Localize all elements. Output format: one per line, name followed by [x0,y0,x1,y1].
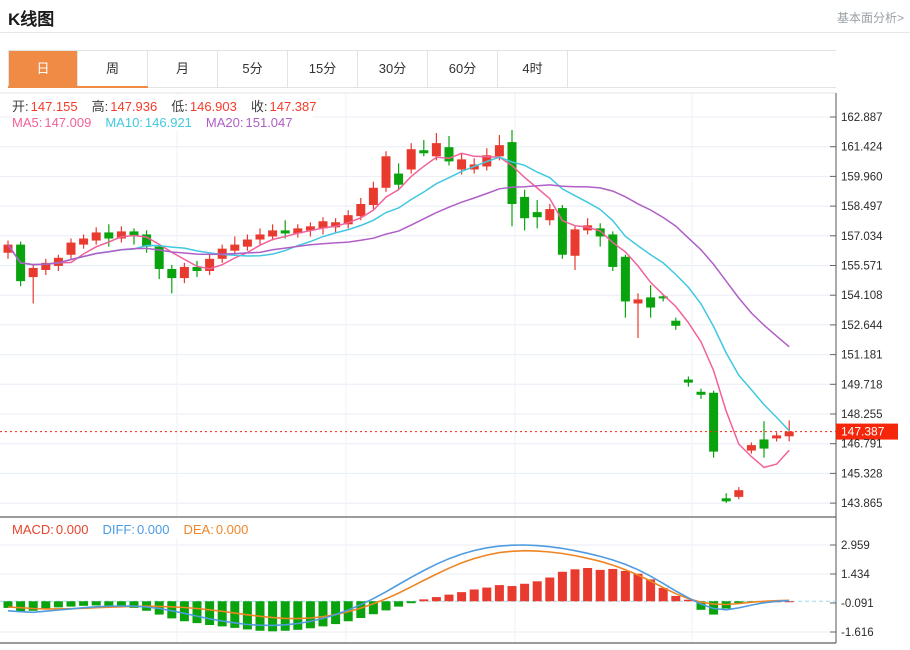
tab-4时[interactable]: 4时 [498,51,568,87]
legend-label: MACD: [12,522,54,537]
legend-value: 0.000 [215,522,249,537]
legend-value: 146.921 [144,115,192,130]
page-title: K线图 [8,10,55,29]
macd-legend: MACD: 0.000 DIFF: 0.000 DEA: 0.000 [12,521,269,538]
legend-label: 高: [91,99,109,114]
legend-label: MA10: [105,115,143,130]
price-axis-label: 152.644 [841,320,883,332]
price-axis-label: 159.960 [841,171,883,183]
legend-value: 151.047 [245,115,293,130]
legend-label: 收: [250,99,268,114]
tab-15分[interactable]: 15分 [288,51,358,87]
price-axis-label: 149.718 [841,379,883,391]
macd-axis-label: 1.434 [841,569,870,581]
legend-label: 开: [12,99,29,114]
price-axis-label: 161.424 [841,142,883,154]
tab-日[interactable]: 日 [8,51,78,87]
macd-row-item: DEA: 0.000 [183,522,248,537]
legend-label: DEA: [183,522,214,537]
price-axis-label: 151.181 [841,350,883,362]
ohlc-row-item: 低: 146.903 [171,99,237,114]
legend-label: MA5: [12,115,43,130]
tab-月[interactable]: 月 [148,51,218,87]
fundamental-analysis-link[interactable]: 基本面分析> [837,9,904,26]
legend-value: 147.009 [44,115,92,130]
price-axis-label: 158.497 [841,201,883,213]
price-axis-label: 146.791 [841,439,883,451]
legend-label: MA20: [205,115,244,130]
ma-legend: MA5: 147.009 MA10: 146.921 MA20: 151.047 [12,114,313,131]
ma-row-item: MA5: 147.009 [12,115,91,130]
price-axis-label: 148.255 [841,409,883,421]
ma-row-item: MA20: 151.047 [206,115,293,130]
macd-axis-label: -1.616 [841,627,874,639]
price-axis-label: 145.328 [841,468,883,480]
legend-value: 0.000 [136,522,170,537]
period-tab-bar: 日周月 5分 15分 30分 60分 4时 [8,50,836,88]
macd-axis-label: 2.959 [841,540,870,552]
price-axis-label: 155.571 [841,261,883,273]
ohlc-row-item: 高: 147.936 [92,99,158,114]
legend-value: 147.936 [110,99,158,114]
price-axis-label: 143.865 [841,498,883,510]
legend-label: 低: [171,99,188,114]
ma-row-item: MA10: 146.921 [105,115,192,130]
tab-周[interactable]: 周 [78,51,148,87]
ohlc-row-item: 收: 147.387 [251,99,317,114]
header-divider [0,32,910,33]
macd-axis-label: -0.091 [841,598,874,610]
price-axis-label: 154.108 [841,290,883,302]
price-axis-label: 157.034 [841,231,883,243]
macd-row-item: DIFF: 0.000 [102,522,169,537]
ohlc-row-item: 开: 147.155 [12,99,78,114]
tab-accent-underline [8,86,148,88]
legend-value: 0.000 [55,522,89,537]
tab-30分[interactable]: 30分 [358,51,428,87]
macd-row-item: MACD: 0.000 [12,522,88,537]
price-chart-plot[interactable] [0,93,836,517]
tab-60分[interactable]: 60分 [428,51,498,87]
ohlc-legend: 开: 147.155 高: 147.936 低: 146.903 收: 147.387 [12,95,337,116]
price-axis-label: 162.887 [841,112,883,124]
kline-widget: 147.387 162.887 161.424 159.960 158.497 157.0… [0,0,910,650]
tab-5分[interactable]: 5分 [218,51,288,87]
legend-value: 146.903 [189,99,237,114]
legend-value: 147.155 [30,99,78,114]
legend-value: 147.387 [269,99,317,114]
legend-label: DIFF: [102,522,135,537]
current-price-label: 147.387 [841,425,885,439]
